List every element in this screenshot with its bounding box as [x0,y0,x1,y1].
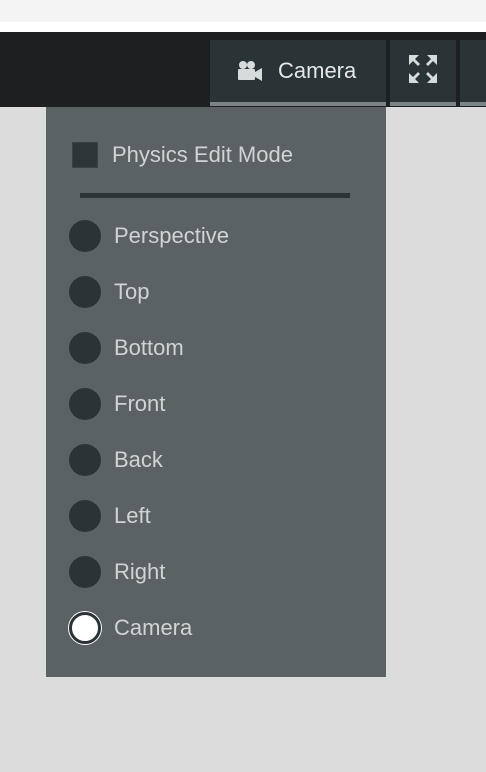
camera-button-underline [210,102,386,106]
toolbar: Camera [0,32,486,107]
fullscreen-button[interactable] [390,40,456,102]
menu-divider [80,193,350,198]
radio-button[interactable] [69,556,101,588]
view-option-right[interactable]: Right [69,556,165,588]
fullscreen-button-underline [390,102,456,106]
camera-dropdown-menu: Physics Edit Mode Perspective Top Bottom Fr… [46,107,386,677]
top-gap [0,22,486,32]
physics-edit-mode-toggle[interactable]: Physics Edit Mode [72,141,293,169]
view-option-label: Right [114,559,166,584]
view-option-label: Camera [114,615,193,640]
radio-button[interactable] [69,276,101,308]
fullscreen-icon [409,54,437,88]
view-option-label: Left [114,503,151,528]
view-option-label: Front [114,391,166,416]
radio-button[interactable] [69,388,101,420]
physics-edit-mode-label: Physics Edit Mode [112,142,293,167]
view-option-perspective[interactable]: Perspective [69,220,229,252]
video-camera-icon [236,60,264,82]
radio-button[interactable] [69,332,101,364]
view-option-top[interactable]: Top [69,276,149,308]
view-option-front[interactable]: Front [69,388,165,420]
camera-menu-button[interactable]: Camera [210,40,386,102]
top-strip [0,0,486,22]
physics-edit-mode-checkbox[interactable] [72,142,98,168]
radio-button[interactable] [69,500,101,532]
view-option-label: Back [114,447,163,472]
camera-button-label: Camera [278,58,357,83]
overflow-button-underline [460,102,486,106]
view-option-back[interactable]: Back [69,444,163,476]
overflow-button[interactable] [460,40,486,102]
view-option-label: Bottom [114,335,184,360]
view-option-label: Top [114,279,150,304]
radio-button[interactable] [69,612,101,644]
view-option-camera[interactable]: Camera [69,612,192,644]
view-option-bottom[interactable]: Bottom [69,332,184,364]
radio-button[interactable] [69,444,101,476]
view-option-left[interactable]: Left [69,500,151,532]
radio-button[interactable] [69,220,101,252]
view-option-label: Perspective [114,223,229,248]
